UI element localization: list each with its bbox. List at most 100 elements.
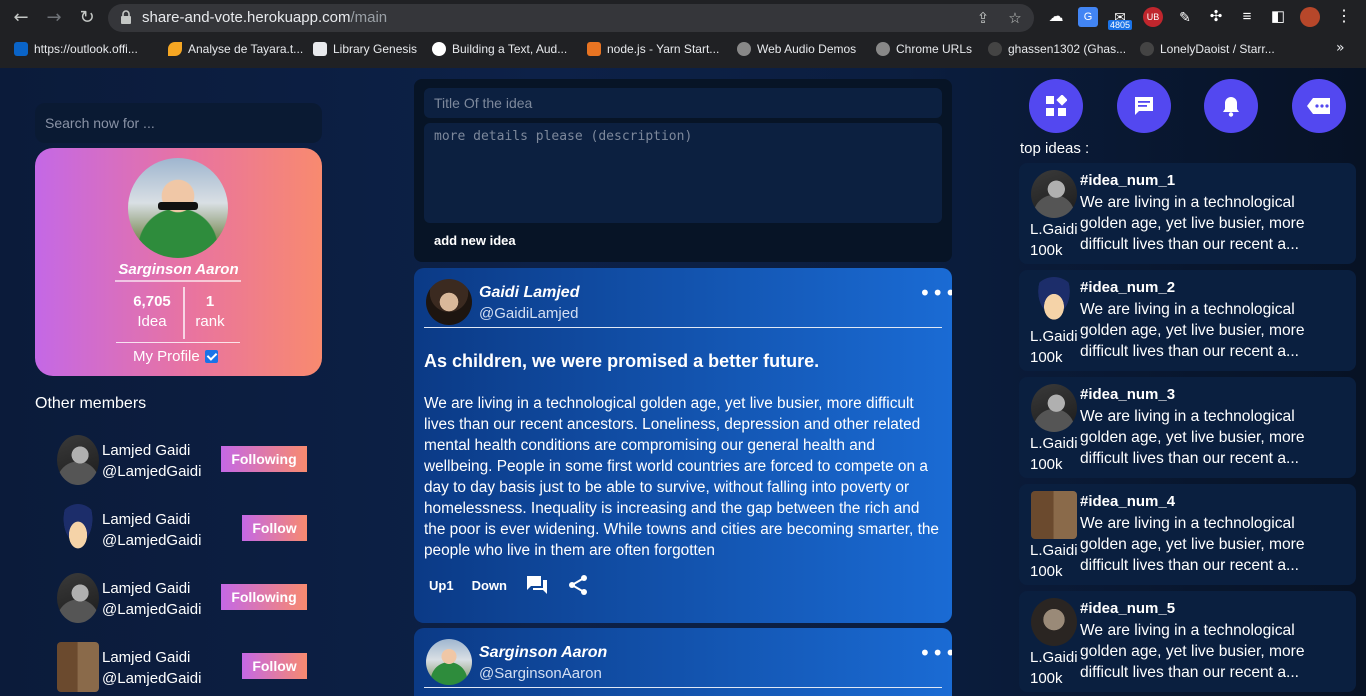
post-author-avatar[interactable]: [426, 279, 472, 325]
post-divider: [424, 327, 942, 328]
media-control-icon[interactable]: ≡: [1237, 7, 1257, 27]
bell-icon: [1223, 97, 1239, 117]
stat-separator: [116, 342, 240, 343]
follow-button[interactable]: Follow: [242, 515, 307, 541]
member-handle: @LamjedGaidi: [102, 670, 202, 687]
dashboard-button[interactable]: [1029, 79, 1083, 133]
member-item: Lamjed Gaidi @LamjedGaidi Follow: [55, 642, 315, 694]
member-avatar[interactable]: [57, 642, 99, 692]
search-input[interactable]: [35, 103, 322, 143]
member-item: Lamjed Gaidi @LamjedGaidi Follow: [55, 504, 315, 556]
member-avatar[interactable]: [57, 435, 99, 485]
following-button[interactable]: Following: [221, 446, 307, 472]
globe-icon: [876, 42, 890, 56]
more-options-icon[interactable]: •••: [919, 283, 952, 303]
idea-author: L.Gaidi: [1030, 649, 1078, 666]
post-author-handle: @SarginsonAaron: [479, 665, 602, 682]
idea-title-input[interactable]: [424, 88, 942, 118]
top-idea-card[interactable]: L.Gaidi 100k #idea_num_3 We are living in…: [1019, 377, 1356, 478]
rank-stat: 1 rank: [187, 293, 233, 330]
member-avatar[interactable]: [57, 573, 99, 623]
cloud-extension-icon[interactable]: ☁: [1046, 7, 1066, 27]
idea-label: Idea: [137, 313, 167, 330]
post-card: Gaidi Lamjed @GaidiLamjed ••• As childre…: [414, 268, 952, 623]
stat-divider: [183, 287, 185, 339]
bookmark-item[interactable]: Chrome URLs: [876, 40, 972, 58]
profile-avatar[interactable]: [128, 158, 228, 258]
comments-icon[interactable]: [525, 574, 549, 596]
idea-author-avatar: [1031, 277, 1077, 325]
add-idea-button[interactable]: add new idea: [434, 233, 516, 248]
translate-extension-icon[interactable]: G: [1078, 7, 1098, 27]
post-body: We are living in a technological golden …: [424, 395, 939, 559]
post-card: Sarginson Aaron @SarginsonAaron •••: [414, 628, 952, 696]
bookmark-item[interactable]: Building a Text, Aud...: [432, 40, 567, 58]
idea-author-avatar: [1031, 491, 1077, 539]
top-idea-card[interactable]: L.Gaidi 100k #idea_num_1 We are living in…: [1019, 163, 1356, 264]
bookmark-item[interactable]: node.js - Yarn Start...: [587, 40, 719, 58]
bookmark-item[interactable]: ghassen1302 (Ghas...: [988, 40, 1126, 58]
top-idea-card[interactable]: L.Gaidi 100k #idea_num_4 We are living in…: [1019, 484, 1356, 585]
following-button[interactable]: Following: [221, 584, 307, 610]
messages-button[interactable]: [1117, 79, 1171, 133]
post-divider: [424, 687, 942, 688]
feedback-button[interactable]: [1292, 79, 1346, 133]
bookmark-item[interactable]: Web Audio Demos: [737, 40, 856, 58]
side-panel-icon[interactable]: ◧: [1268, 7, 1288, 27]
follow-button[interactable]: Follow: [242, 653, 307, 679]
member-avatar[interactable]: [57, 504, 99, 554]
idea-author: L.Gaidi: [1030, 221, 1078, 238]
idea-number: #idea_num_1: [1080, 172, 1176, 189]
address-bar[interactable]: share-and-vote.herokuapp.com/main ⇪ ☆: [108, 4, 1034, 32]
github-icon: [988, 42, 1002, 56]
reload-icon[interactable]: ↻: [75, 6, 99, 30]
browser-chrome: ← → ↻ share-and-vote.herokuapp.com/main …: [0, 0, 1366, 68]
idea-author-avatar: [1031, 598, 1077, 646]
share-icon[interactable]: ⇪: [974, 9, 992, 27]
my-profile-link[interactable]: My Profile: [133, 348, 218, 365]
idea-score: 100k: [1030, 563, 1063, 580]
url-text: share-and-vote.herokuapp.com/main: [142, 9, 388, 26]
idea-number: #idea_num_5: [1080, 600, 1176, 617]
chat-icon: [1135, 97, 1153, 115]
profile-avatar-icon[interactable]: [1300, 7, 1320, 27]
menu-kebab-icon[interactable]: ⋮: [1334, 7, 1354, 27]
bookmark-item[interactable]: Library Genesis: [313, 40, 417, 58]
member-name: Lamjed Gaidi: [102, 442, 191, 459]
share-icon[interactable]: [567, 574, 589, 596]
profile-name[interactable]: Sarginson Aaron: [35, 261, 322, 278]
ublock-extension-icon[interactable]: UB: [1143, 7, 1163, 27]
bookmarks-bar: https://outlook.offi... Analyse de Tayar…: [0, 36, 1366, 62]
profile-name-underline: [115, 280, 241, 282]
pen-extension-icon[interactable]: ✎: [1175, 7, 1195, 27]
app-main: Sarginson Aaron 6,705 Idea 1 rank My Pro…: [0, 68, 1366, 696]
bookmark-item[interactable]: Analyse de Tayara.t...: [168, 40, 303, 58]
puzzle-extension-icon[interactable]: ✣: [1206, 7, 1226, 27]
post-title: As children, we were promised a better f…: [424, 351, 820, 371]
idea-author-avatar: [1031, 170, 1077, 218]
idea-excerpt: We are living in a technological golden …: [1080, 622, 1305, 681]
post-author-name[interactable]: Gaidi Lamjed: [479, 284, 579, 302]
notifications-button[interactable]: [1204, 79, 1258, 133]
top-idea-card[interactable]: L.Gaidi 100k #idea_num_2 We are living in…: [1019, 270, 1356, 371]
post-author-avatar[interactable]: [426, 639, 472, 685]
downvote-button[interactable]: Down: [472, 578, 507, 593]
bookmarks-overflow-icon[interactable]: »: [1336, 40, 1345, 56]
bookmark-item[interactable]: https://outlook.offi...: [14, 40, 138, 58]
forward-icon[interactable]: →: [42, 6, 66, 30]
more-options-icon[interactable]: •••: [919, 643, 952, 663]
back-icon[interactable]: ←: [9, 6, 33, 30]
bookmark-item[interactable]: LonelyDaoist / Starr...: [1140, 40, 1275, 58]
idea-description-input[interactable]: [424, 123, 942, 223]
my-profile-checkbox[interactable]: [204, 350, 218, 363]
idea-score: 100k: [1030, 456, 1063, 473]
upvote-button[interactable]: Up1: [429, 578, 454, 593]
member-name: Lamjed Gaidi: [102, 649, 191, 666]
star-icon[interactable]: ☆: [1006, 9, 1024, 27]
github-icon: [1140, 42, 1154, 56]
post-author-name[interactable]: Sarginson Aaron: [479, 644, 607, 662]
top-idea-card[interactable]: L.Gaidi 100k #idea_num_5 We are living in…: [1019, 591, 1356, 692]
idea-count: 6,705: [133, 293, 171, 310]
member-item: Lamjed Gaidi @LamjedGaidi Following: [55, 573, 315, 625]
idea-author: L.Gaidi: [1030, 328, 1078, 345]
